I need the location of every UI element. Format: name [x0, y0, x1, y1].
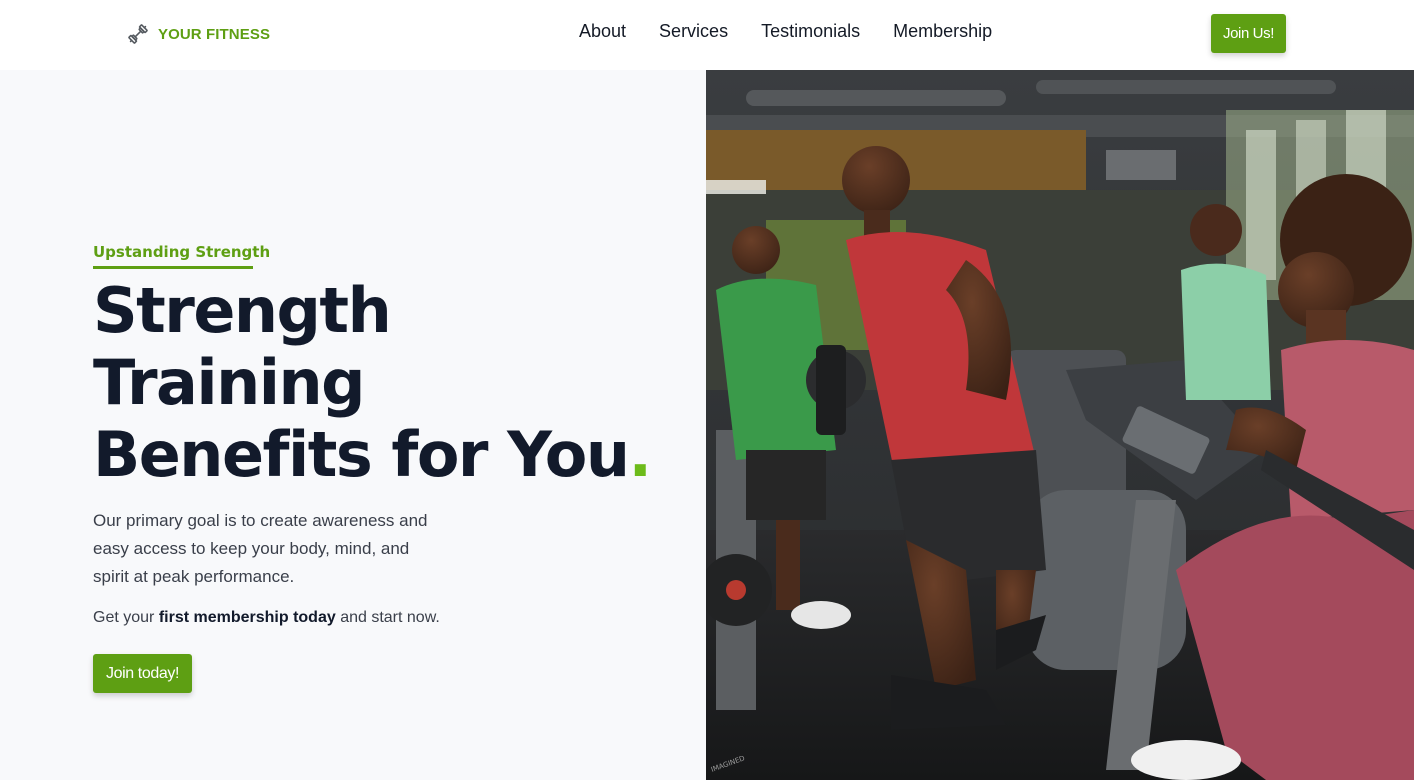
cta-suffix: and start now.	[335, 609, 440, 626]
dumbbell-icon	[128, 24, 148, 44]
eyebrow-underline	[93, 266, 253, 269]
join-us-button[interactable]: Join Us!	[1211, 14, 1286, 53]
cta-prefix: Get your	[93, 609, 159, 626]
site-header: YOUR FITNESS About Services Testimonials…	[0, 0, 1414, 70]
hero-title-line-1: Strength	[93, 274, 392, 347]
brand-logo[interactable]: YOUR FITNESS	[126, 22, 270, 46]
hero-image: IMAGINED	[706, 70, 1414, 780]
hero-title-line-3-text: Benefits for You	[93, 418, 630, 491]
hero-title-line-2: Training	[93, 346, 366, 419]
nav-link-testimonials[interactable]: Testimonials	[761, 21, 860, 42]
nav-link-about[interactable]: About	[579, 21, 626, 42]
brand-name: YOUR FITNESS	[158, 25, 271, 43]
hero-title: Strength Training Benefits for You.	[93, 274, 653, 491]
title-accent-dot: .	[628, 418, 653, 491]
nav-link-services[interactable]: Services	[659, 21, 728, 42]
hero-eyebrow: Upstanding Strength	[93, 243, 271, 261]
hero-cta-text: Get your first membership today and star…	[93, 606, 440, 630]
hero-description: Our primary goal is to create awareness …	[93, 511, 428, 586]
gym-photo: IMAGINED	[706, 70, 1414, 780]
nav-link-membership[interactable]: Membership	[893, 21, 992, 42]
hero-title-line-3: Benefits for You.	[93, 418, 653, 491]
join-today-button[interactable]: Join today!	[93, 654, 192, 693]
main-nav: About Services Testimonials Membership	[579, 21, 992, 42]
cta-bold: first membership today	[158, 609, 336, 626]
